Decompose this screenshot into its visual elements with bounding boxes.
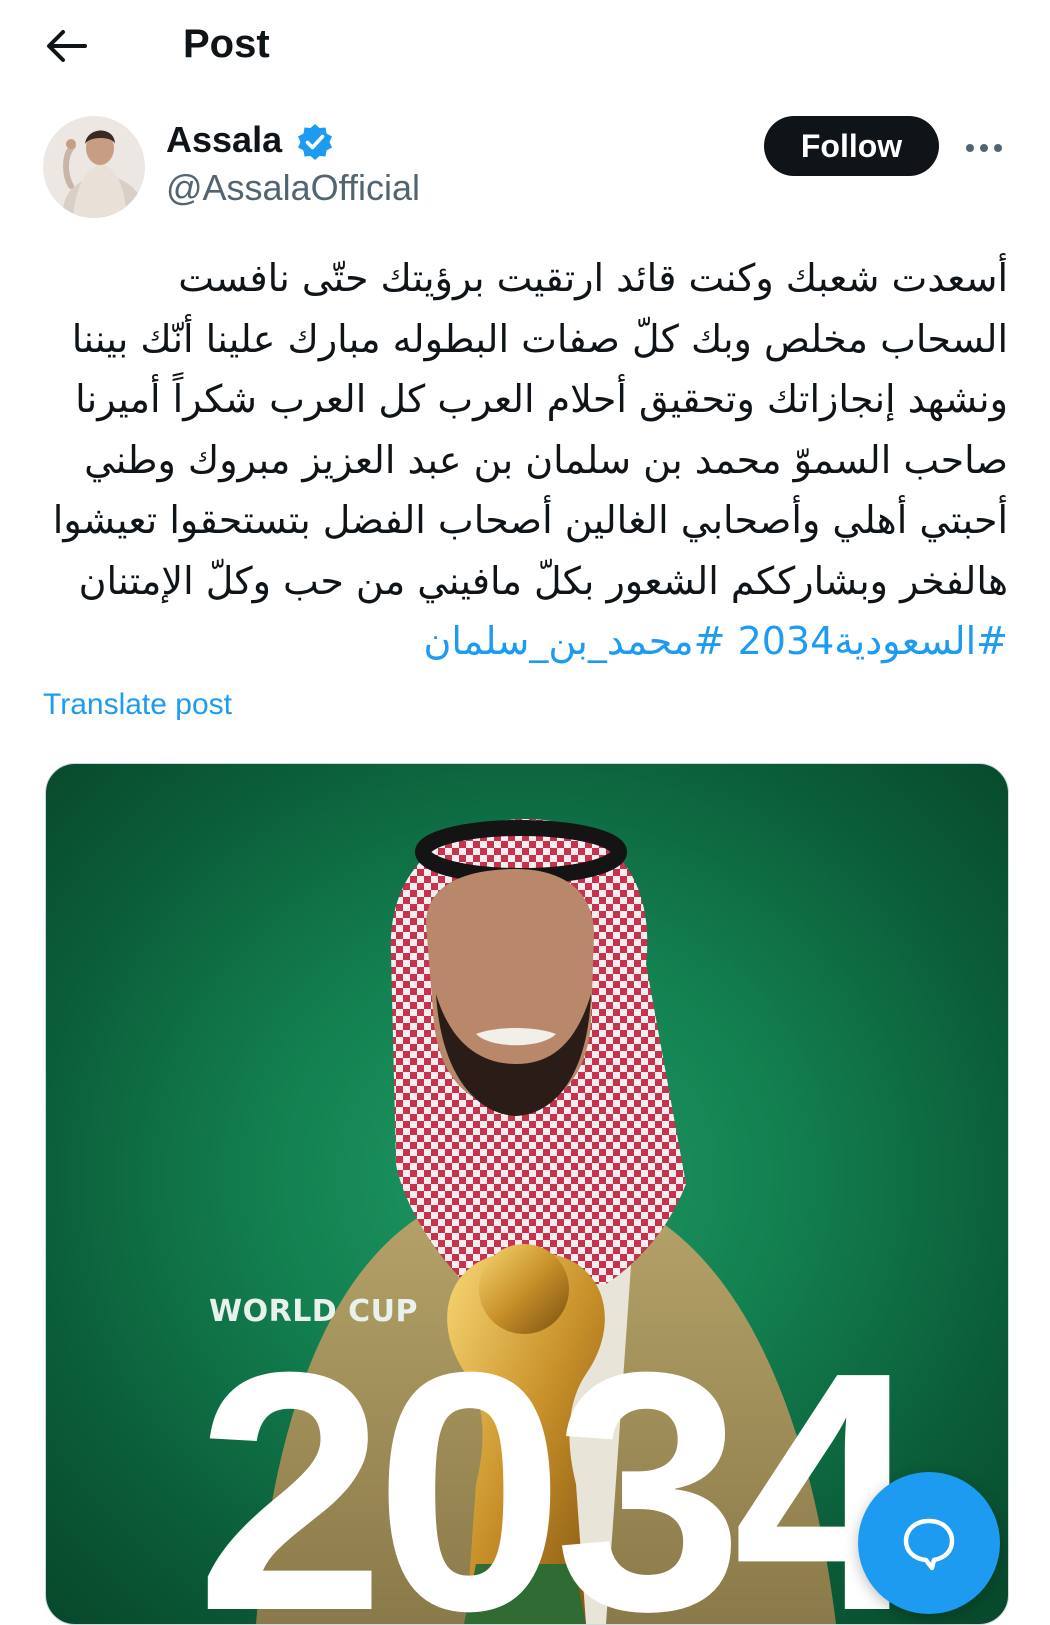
compose-reply-icon xyxy=(903,1518,955,1571)
author-name[interactable]: Assala xyxy=(166,118,282,162)
back-button[interactable] xyxy=(40,20,92,72)
more-horizontal-icon xyxy=(966,144,1002,152)
translate-post-link[interactable]: Translate post xyxy=(43,686,232,724)
hashtag-link[interactable]: #محمد_بن_سلمان xyxy=(423,619,725,663)
post-image[interactable]: WORLD CUP 2034 xyxy=(45,763,1009,1625)
arrow-left-icon xyxy=(47,30,87,62)
hashtag-link[interactable]: #السعودية2034 xyxy=(738,619,1008,663)
post-body: أسعدت شعبك وكنت قائد ارتقيت برؤيتك حتّى … xyxy=(50,248,1008,672)
image-caption-year: 2034 xyxy=(196,1302,922,1625)
page-title: Post xyxy=(183,22,270,66)
follow-button[interactable]: Follow xyxy=(764,116,939,176)
more-options-button[interactable] xyxy=(958,128,1010,168)
avatar[interactable] xyxy=(43,116,145,218)
author-handle[interactable]: @AssalaOfficial xyxy=(166,166,420,210)
top-bar: Post xyxy=(0,0,1050,90)
verified-badge-icon xyxy=(298,124,332,160)
post-author: Assala @AssalaOfficial Follow xyxy=(0,110,1050,220)
reply-fab-button[interactable] xyxy=(858,1472,1000,1614)
post-text: أسعدت شعبك وكنت قائد ارتقيت برؤيتك حتّى … xyxy=(52,256,1008,603)
